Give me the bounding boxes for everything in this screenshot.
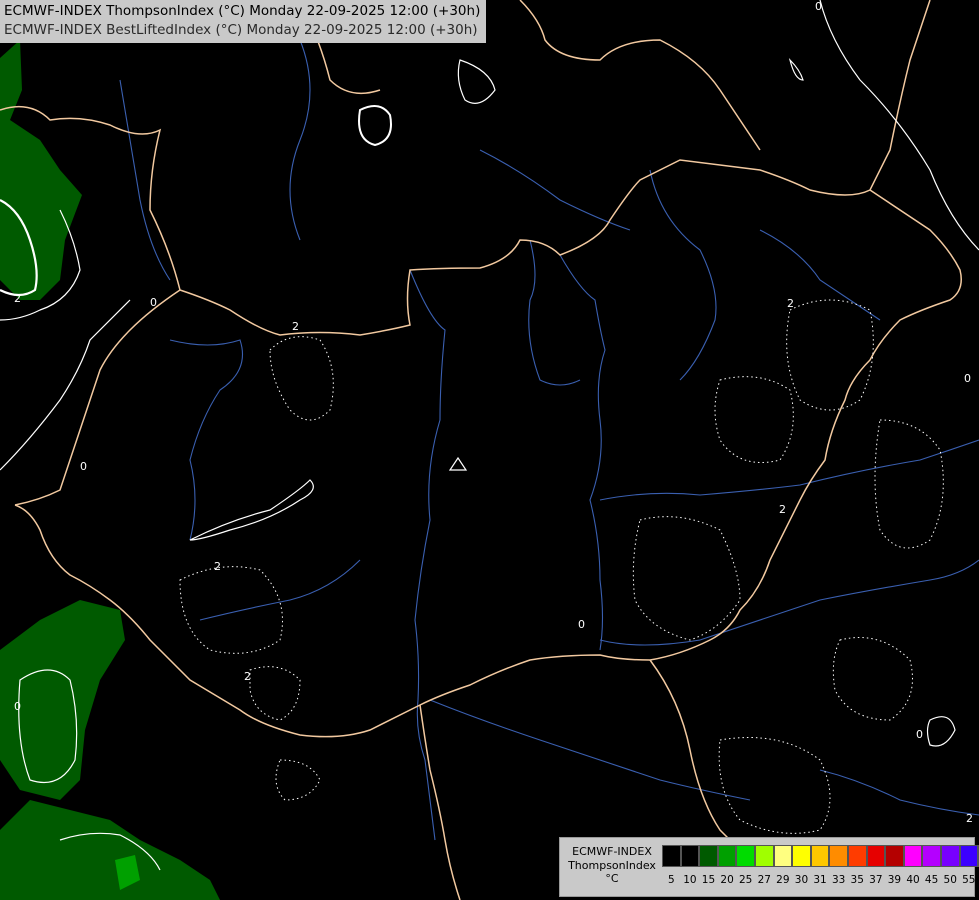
legend-tick: 5: [667, 874, 675, 886]
map-title: ECMWF-INDEX ThompsonIndex (°C) Monday 22…: [0, 0, 487, 43]
legend-swatch: [717, 845, 737, 867]
legend-tick: 15: [701, 874, 716, 886]
contour-label: 2: [244, 670, 251, 683]
legend-swatch: [736, 845, 755, 867]
legend-tick: 29: [776, 874, 790, 886]
legend-swatch: [792, 845, 811, 867]
legend-tick: 20: [720, 874, 734, 886]
title-line-lifted: ECMWF-INDEX BestLiftedIndex (°C) Monday …: [4, 22, 478, 38]
legend-label: ECMWF-INDEX ThompsonIndex °C: [564, 845, 660, 886]
legend-swatch: [754, 845, 774, 867]
contour-label: 2: [292, 320, 299, 333]
contour-label: 2: [779, 503, 786, 516]
contour-label: 0: [14, 700, 21, 713]
legend-swatch: [699, 845, 718, 867]
legend-swatch: [847, 845, 867, 867]
legend-tick: 40: [906, 874, 920, 886]
legend-swatch: [959, 845, 979, 867]
contour-label: 0: [80, 460, 87, 473]
legend-line-1: ECMWF-INDEX: [572, 845, 652, 858]
legend-swatch: [810, 845, 830, 867]
index-area-southwest-lower: [0, 800, 220, 900]
contour-label: 2: [787, 297, 794, 310]
legend-tick: 45: [924, 874, 939, 886]
contour-label: 2: [966, 812, 973, 825]
legend-tick: 10: [683, 874, 697, 886]
legend-swatch: [885, 845, 904, 867]
legend-swatch: [922, 845, 941, 867]
index-area-northwest: [0, 40, 82, 300]
legend-tick: 27: [757, 874, 771, 886]
legend-swatches: [662, 845, 979, 867]
contour-label: 0: [578, 618, 585, 631]
legend-swatch: [940, 845, 960, 867]
legend-tick: 25: [738, 874, 753, 886]
legend-swatch: [662, 845, 681, 867]
legend-tick: 50: [943, 874, 957, 886]
contour-label: 0: [815, 0, 822, 13]
legend-swatch: [680, 845, 700, 867]
title-line-thompson: ECMWF-INDEX ThompsonIndex (°C) Monday 22…: [4, 3, 481, 19]
legend-line-2: ThompsonIndex: [568, 858, 656, 872]
legend-tick: 55: [962, 874, 976, 886]
contour-label: 0: [150, 296, 157, 309]
legend-swatch: [903, 845, 923, 867]
contour-label: 0: [964, 372, 971, 385]
legend-swatch: [773, 845, 793, 867]
legend-tick: 31: [813, 874, 827, 886]
legend-tick: 39: [887, 874, 902, 886]
contour-label: 2: [214, 560, 221, 573]
contour-label: 2: [14, 292, 21, 305]
color-legend: ECMWF-INDEX ThompsonIndex °C 5 10 15 20 25 27…: [559, 837, 979, 897]
contour-label: 0: [916, 728, 923, 741]
legend-unit: °C: [605, 872, 619, 885]
weather-map: 2 0 2 2 2 2 0 0 0 0 2 2 0 0: [0, 0, 979, 900]
legend-swatch: [866, 845, 886, 867]
legend-swatch: [829, 845, 848, 867]
legend-tick: 37: [869, 874, 883, 886]
legend-tick: 33: [831, 874, 846, 886]
legend-tick: 35: [850, 874, 864, 886]
legend-tick: 30: [794, 874, 809, 886]
legend-ticks: 51015202527293031333537394045505560: [662, 874, 979, 886]
